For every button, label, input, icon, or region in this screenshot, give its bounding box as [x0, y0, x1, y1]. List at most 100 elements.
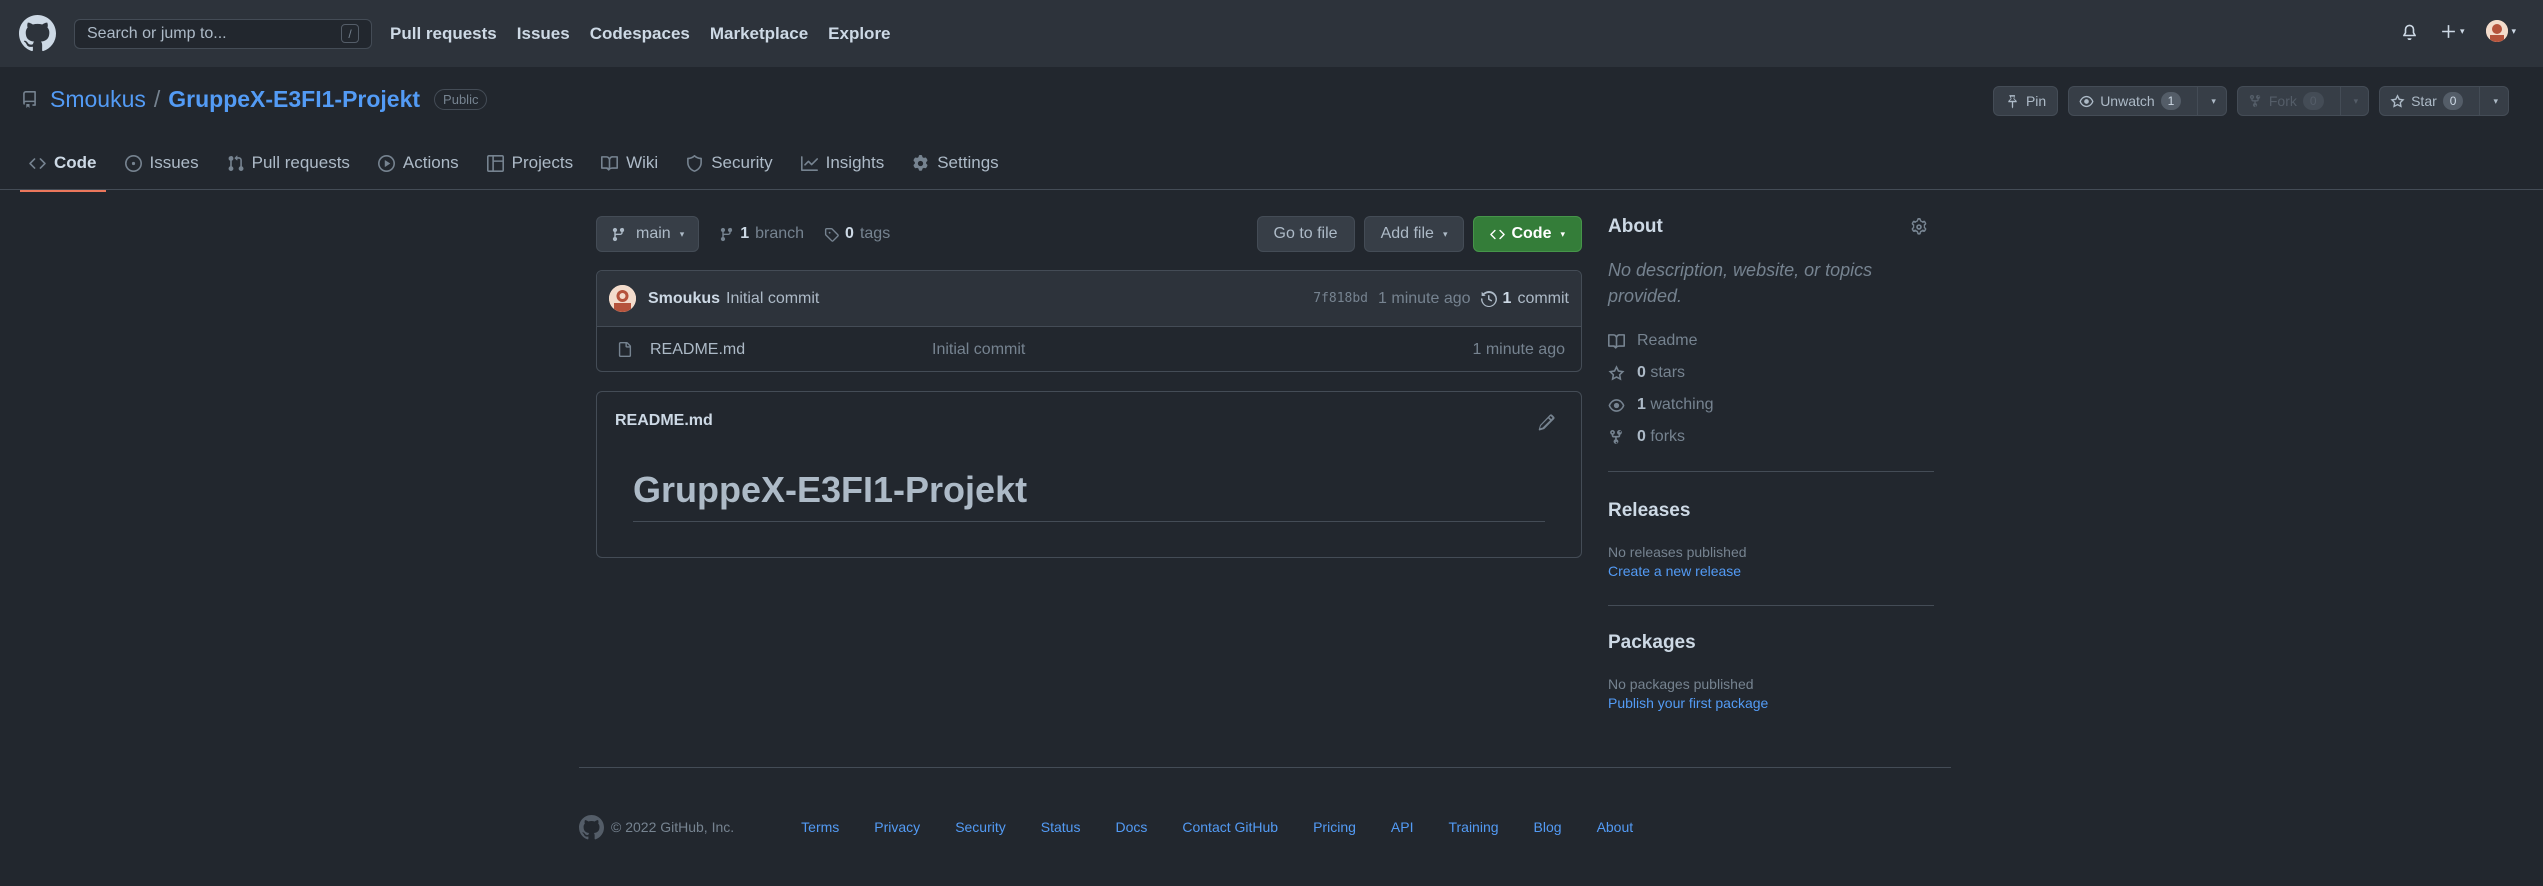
tab-insights[interactable]: Insights — [792, 146, 894, 180]
fork-button-group: Fork 0 ▾ — [2236, 86, 2370, 116]
branch-word: branch — [755, 225, 805, 242]
create-release-link[interactable]: Create a new release — [1608, 563, 1934, 579]
repo-name-link[interactable]: GruppeX-E3FI1-Projekt — [168, 86, 420, 113]
nav-codespaces[interactable]: Codespaces — [590, 24, 690, 44]
chevron-down-icon: ▾ — [2353, 95, 2359, 106]
tab-actions[interactable]: Actions — [369, 146, 468, 180]
footer-link-about[interactable]: About — [1597, 819, 1634, 835]
global-nav: Pull requests Issues Codespaces Marketpl… — [390, 24, 891, 44]
tab-label: Settings — [937, 153, 999, 172]
commit-message-link[interactable]: Initial commit — [726, 290, 819, 308]
releases-empty-text: No releases published — [1608, 544, 1747, 560]
footer-link-blog[interactable]: Blog — [1534, 819, 1562, 835]
footer-link-privacy[interactable]: Privacy — [874, 819, 920, 835]
graph-icon — [800, 155, 818, 171]
watch-dropdown[interactable]: ▾ — [2197, 87, 2226, 115]
packages-title[interactable]: Packages — [1608, 632, 1934, 654]
tab-code[interactable]: Code — [20, 146, 106, 192]
nav-marketplace[interactable]: Marketplace — [710, 24, 808, 44]
readme-link[interactable]: Readme — [1608, 325, 1934, 357]
search-placeholder: Search or jump to... — [87, 24, 227, 42]
tab-label: Issues — [149, 153, 199, 172]
nav-pull-requests[interactable]: Pull requests — [390, 24, 497, 44]
commit-history-link[interactable]: 1 commit — [1480, 290, 1569, 308]
repo-tabs: Code Issues Pull requests Actions Projec… — [20, 146, 1018, 192]
avatar[interactable] — [609, 285, 636, 312]
pin-label: Pin — [2025, 93, 2047, 109]
unwatch-label: Unwatch — [2100, 93, 2155, 109]
code-button[interactable]: Code ▾ — [1473, 216, 1582, 252]
tab-issues[interactable]: Issues — [116, 146, 208, 180]
releases-section: Releases No releases published Create a … — [1608, 472, 1934, 605]
github-logo-icon[interactable] — [579, 814, 604, 840]
footer-link-contact[interactable]: Contact GitHub — [1182, 819, 1278, 835]
table-icon — [486, 154, 504, 172]
visibility-badge: Public — [434, 89, 488, 110]
footer-link-api[interactable]: API — [1391, 819, 1414, 835]
nav-explore[interactable]: Explore — [828, 24, 890, 44]
releases-title[interactable]: Releases — [1608, 500, 1934, 522]
file-name-link[interactable]: README.md — [650, 341, 932, 359]
file-browser: Smoukus Initial commit 7f818bd 1 minute … — [596, 270, 1582, 372]
footer-link-docs[interactable]: Docs — [1115, 819, 1147, 835]
star-dropdown[interactable]: ▾ — [2479, 87, 2508, 115]
global-header: Search or jump to... / Pull requests Iss… — [0, 0, 2543, 67]
tab-label: Code — [54, 153, 97, 172]
play-icon — [377, 154, 395, 172]
tab-projects[interactable]: Projects — [478, 146, 582, 180]
chevron-down-icon: ▾ — [2211, 95, 2216, 106]
readme-heading: GruppeX-E3FI1-Projekt — [633, 469, 1028, 510]
file-commit-message[interactable]: Initial commit — [932, 341, 1025, 359]
footer-link-pricing[interactable]: Pricing — [1313, 819, 1356, 835]
list-item[interactable]: README.md Initial commit 1 minute ago — [597, 327, 1581, 371]
publish-package-link[interactable]: Publish your first package — [1608, 695, 1934, 711]
commit-sha-link[interactable]: 7f818bd — [1313, 291, 1368, 306]
footer-link-status[interactable]: Status — [1041, 819, 1081, 835]
code-icon — [1490, 229, 1506, 239]
nav-issues[interactable]: Issues — [517, 24, 570, 44]
branch-icon — [721, 227, 733, 241]
tags-link[interactable]: 0 tags — [824, 225, 890, 243]
readme-filename: README.md — [615, 412, 713, 429]
file-age: 1 minute ago — [1472, 340, 1565, 358]
star-button-group: Star 0 ▾ — [2379, 86, 2509, 116]
branch-select-button[interactable]: main ▾ — [596, 216, 700, 252]
repo-owner-link[interactable]: Smoukus — [50, 86, 146, 113]
tab-settings[interactable]: Settings — [903, 146, 1007, 180]
stars-link[interactable]: 0 stars — [1608, 357, 1934, 389]
go-to-file-button[interactable]: Go to file — [1256, 216, 1355, 252]
footer-link-training[interactable]: Training — [1448, 819, 1498, 835]
forks-link[interactable]: 0 forks — [1608, 421, 1934, 453]
branches-link[interactable]: 1 branch — [719, 225, 804, 243]
tab-wiki[interactable]: Wiki — [592, 146, 667, 180]
fork-button[interactable]: Fork 0 — [2238, 87, 2334, 115]
chevron-down-icon: ▾ — [1442, 228, 1448, 239]
branch-bar-actions: Go to file Add file ▾ Code ▾ — [1256, 216, 1582, 252]
watchers-link[interactable]: 1 watching — [1608, 389, 1934, 421]
fork-label: Fork — [2268, 93, 2297, 109]
unwatch-button[interactable]: Unwatch 1 — [2069, 87, 2191, 115]
user-menu[interactable]: ▾ — [2486, 20, 2516, 42]
pin-button[interactable]: Pin — [1992, 86, 2059, 116]
branch-name: main — [636, 225, 671, 242]
gear-icon[interactable] — [1910, 218, 1928, 236]
commit-age: 1 minute ago — [1378, 289, 1471, 307]
bell-icon[interactable] — [2401, 23, 2418, 40]
tab-pull-requests[interactable]: Pull requests — [218, 146, 359, 180]
tab-label: Insights — [825, 153, 885, 172]
packages-empty-text: No packages published — [1608, 676, 1754, 692]
search-input[interactable]: Search or jump to... / — [74, 18, 372, 49]
book-icon — [1608, 333, 1625, 349]
eye-icon — [1608, 398, 1625, 412]
create-new-menu[interactable]: ▾ — [2440, 23, 2464, 40]
file-icon — [618, 342, 632, 357]
tab-security[interactable]: Security — [677, 146, 781, 180]
github-logo-icon[interactable] — [19, 15, 56, 52]
footer-link-terms[interactable]: Terms — [801, 819, 839, 835]
star-button[interactable]: Star 0 — [2380, 87, 2473, 115]
add-file-button[interactable]: Add file ▾ — [1363, 216, 1465, 252]
footer-link-security[interactable]: Security — [955, 819, 1006, 835]
pencil-icon[interactable] — [1538, 414, 1555, 431]
fork-dropdown[interactable]: ▾ — [2339, 87, 2369, 115]
commit-author-link[interactable]: Smoukus — [648, 290, 720, 308]
